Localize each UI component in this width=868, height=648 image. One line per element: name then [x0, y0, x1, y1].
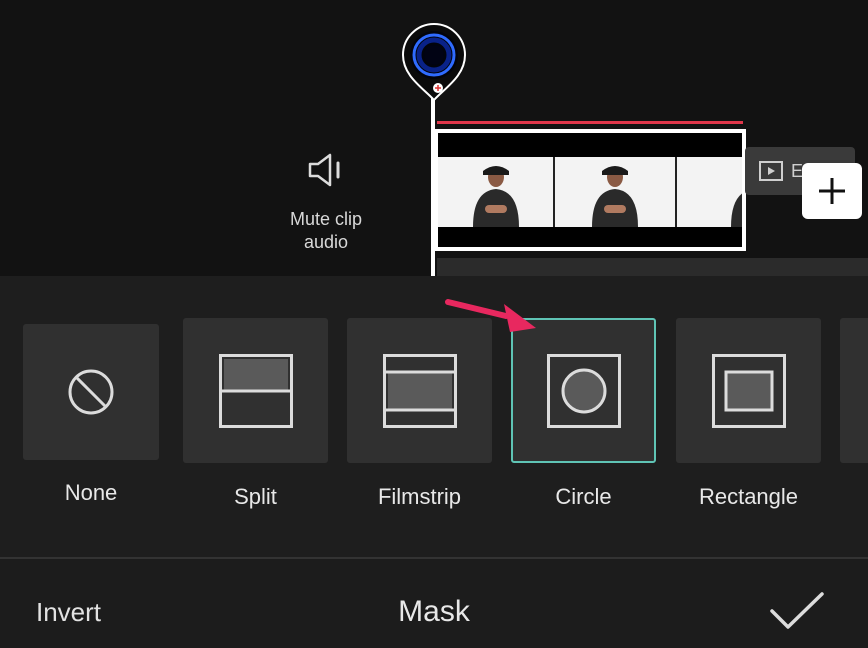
mask-option-split[interactable]: Split	[183, 318, 328, 518]
mask-tile-circle-selected	[511, 318, 656, 463]
mask-label-rectangle: Rectangle	[698, 484, 799, 509]
mask-option-circle[interactable]: Circle	[511, 318, 656, 518]
mask-label-filmstrip: Filmstrip	[377, 484, 462, 509]
mask-tile-next-partial	[840, 318, 868, 463]
circle-mask-icon	[546, 353, 621, 428]
filmstrip-mask-icon	[382, 353, 457, 428]
mask-option-rectangle[interactable]: Rectangle	[676, 318, 821, 518]
mask-tile-rectangle	[676, 318, 821, 463]
playhead-thumbnail[interactable]	[401, 22, 467, 102]
mask-label-split: Split	[234, 484, 277, 509]
rectangle-mask-icon	[711, 353, 786, 428]
mask-label-none: None	[64, 480, 118, 505]
clip-frame-3	[677, 157, 742, 227]
mask-tile-none	[23, 324, 159, 460]
mask-option-filmstrip[interactable]: Filmstrip	[347, 318, 492, 518]
annotation-arrow-icon	[445, 299, 536, 332]
none-circle-slash-icon	[68, 369, 114, 415]
mask-panel-title: Mask	[398, 595, 470, 628]
add-clip-button[interactable]	[802, 163, 862, 219]
clip-frame-2	[555, 157, 675, 227]
play-box-icon	[759, 161, 783, 181]
track-background	[437, 258, 868, 276]
speaker-muted-icon	[308, 153, 340, 187]
track-marker-line	[437, 121, 743, 124]
video-clip[interactable]	[434, 129, 746, 251]
clip-frame-1	[438, 157, 553, 227]
plus-icon	[819, 178, 845, 204]
timeline-area: Mute clip audio	[0, 0, 868, 276]
mute-clip-audio-label: Mute clip audio	[289, 209, 363, 252]
mask-label-circle: Circle	[555, 484, 612, 509]
mask-tile-split	[183, 318, 328, 463]
mask-options-panel: None Split Filmstrip Circle Rectangle	[0, 276, 868, 558]
split-mask-icon	[218, 353, 293, 428]
mask-option-none[interactable]: None	[23, 318, 159, 518]
mute-clip-audio-button[interactable]: Mute clip audio	[270, 140, 382, 260]
playhead-line[interactable]	[431, 84, 435, 276]
bottom-bar: Invert Mask	[0, 559, 868, 648]
checkmark-icon[interactable]	[768, 591, 826, 631]
mask-tile-filmstrip	[347, 318, 492, 463]
mask-option-next-partial[interactable]	[840, 318, 868, 518]
